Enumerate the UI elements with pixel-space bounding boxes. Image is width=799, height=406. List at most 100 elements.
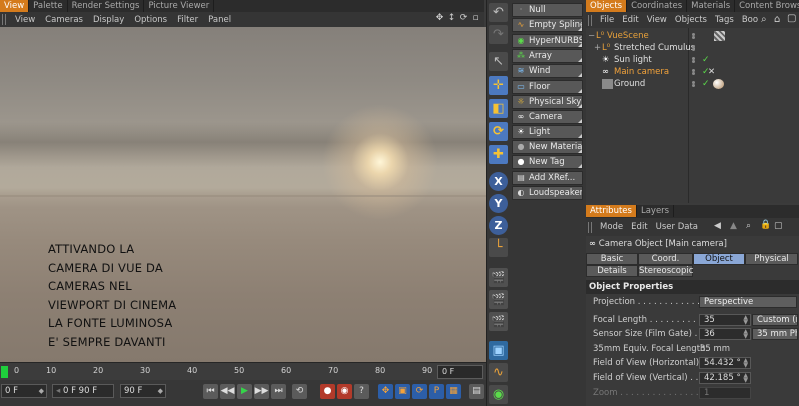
tab-object[interactable]: Object [693, 253, 745, 265]
search-icon[interactable]: ⌕ [761, 14, 767, 25]
visibility-dots-icon[interactable] [692, 69, 696, 75]
menu-objects[interactable]: Objects [671, 15, 711, 25]
render-settings-icon[interactable]: 🎬 [489, 312, 508, 331]
recent-tool-icon[interactable]: ✚ [489, 145, 508, 164]
next-key-button[interactable]: ▶▶ [254, 384, 269, 399]
render-view-icon[interactable]: 🎬 [489, 268, 508, 287]
menu-bookmarks[interactable]: Boo [738, 15, 762, 25]
3d-viewport[interactable]: ATTIVANDO LA CAMERA DI VUE DA CAMERAS NE… [0, 27, 486, 362]
tab-physical[interactable]: Physical [745, 253, 798, 265]
tab-stereoscopic[interactable]: Stereoscopic [638, 265, 693, 277]
visibility-dots-icon[interactable] [692, 57, 696, 63]
new-window-icon[interactable]: ▢ [774, 221, 783, 231]
search-icon[interactable]: ⌕ [746, 221, 751, 231]
tab-picture-viewer[interactable]: Picture Viewer [144, 0, 215, 12]
null-button[interactable]: · Null [512, 3, 583, 17]
menu-display[interactable]: Display [88, 15, 129, 25]
up-arrow-icon[interactable]: ▲ [730, 221, 737, 231]
menu-edit[interactable]: Edit [618, 15, 642, 25]
back-arrow-icon[interactable]: ◀ [714, 221, 721, 231]
fov-vertical-field[interactable]: 42.185 ° ▲ ▼ [699, 372, 751, 384]
expand-icon[interactable]: + [594, 42, 601, 54]
spinner-icon[interactable]: ▲ ▼ [743, 315, 748, 326]
expand-icon[interactable]: − [588, 30, 595, 42]
menu-filter[interactable]: Filter [172, 15, 203, 25]
sensor-size-field[interactable]: 36 ▲ ▼ [699, 328, 751, 340]
empty-spline-button[interactable]: ∿ Empty Spline [512, 18, 583, 32]
menu-view[interactable]: View [10, 15, 40, 25]
grip-handle-icon[interactable] [2, 14, 8, 25]
menu-view[interactable]: View [643, 15, 671, 25]
hypernurbs-button[interactable]: ◉ HyperNURBS [512, 34, 583, 48]
zoom-view-icon[interactable]: ↕ [447, 13, 456, 24]
menu-tags[interactable]: Tags [711, 15, 738, 25]
tab-attributes[interactable]: Attributes [586, 205, 637, 217]
selection-arrow-icon[interactable]: ↖ [489, 52, 508, 71]
array-button[interactable]: ⁂ Array [512, 49, 583, 63]
add-xref-button[interactable]: ▤ Add XRef... [512, 171, 583, 185]
loudspeaker-button[interactable]: ◐ Loudspeaker [512, 186, 583, 200]
key-scale-button[interactable]: ▣ [395, 384, 410, 399]
tab-layers[interactable]: Layers [637, 205, 675, 217]
undo-icon[interactable]: ↶ [489, 3, 508, 22]
key-position-button[interactable]: ✥ [378, 384, 393, 399]
prev-key-button[interactable]: ◀◀ [220, 384, 235, 399]
tab-view[interactable]: View [0, 0, 30, 12]
light-button[interactable]: ☀ Light [512, 125, 583, 139]
new-tag-button[interactable]: ● New Tag [512, 155, 583, 169]
menu-panel[interactable]: Panel [203, 15, 236, 25]
material-tag-icon[interactable] [713, 79, 724, 89]
start-frame-field[interactable]: 0 F ◆ [1, 384, 47, 398]
tab-basic[interactable]: Basic [586, 253, 638, 265]
tree-row-sun-light[interactable]: ☀ Sun light ✓ [586, 54, 799, 66]
tree-row-stretched-cumulus[interactable]: + L⁰ Stretched Cumulus [586, 42, 799, 54]
move-view-icon[interactable]: ✥ [435, 13, 444, 24]
menu-edit[interactable]: Edit [627, 222, 651, 232]
key-parameter-button[interactable]: P [429, 384, 444, 399]
zoom-field[interactable]: 1 [699, 387, 751, 399]
spinner-icon[interactable]: ◆ [39, 385, 44, 397]
lock-icon[interactable]: 🔒 [760, 220, 771, 230]
redo-icon[interactable]: ↷ [489, 25, 508, 44]
tree-row-main-camera[interactable]: ∞ Main camera ✓ ✕ [586, 66, 799, 78]
fov-horizontal-field[interactable]: 54.432 ° ▲ ▼ [699, 357, 751, 369]
tab-details[interactable]: Details [586, 265, 638, 277]
y-axis-lock-icon[interactable]: Y [489, 194, 508, 213]
tab-objects[interactable]: Objects [586, 0, 628, 12]
render-picture-viewer-icon[interactable]: 🎬 [489, 290, 508, 309]
spinner-icon[interactable]: ▲ ▼ [743, 358, 748, 369]
key-rotation-button[interactable]: ⟳ [412, 384, 427, 399]
current-frame-field[interactable]: 0 F [437, 365, 483, 379]
play-button[interactable]: ▶ [237, 384, 252, 399]
menu-options[interactable]: Options [129, 15, 172, 25]
goto-end-button[interactable]: ⏭ [271, 384, 286, 399]
preview-range-field[interactable]: ◂ 0 F 90 F [52, 384, 114, 398]
physical-sky-button[interactable]: ☼ Physical Sky [512, 95, 583, 109]
keyframe-selection-button[interactable]: ? [354, 384, 369, 399]
enabled-check-icon[interactable]: ✓ [702, 78, 710, 90]
playhead-marker[interactable] [1, 366, 8, 378]
menu-file[interactable]: File [596, 15, 618, 25]
coordinate-system-icon[interactable]: └ [489, 238, 508, 257]
autokey-button[interactable]: ◉ [337, 384, 352, 399]
wind-button[interactable]: ≋ Wind [512, 64, 583, 78]
grip-handle-icon[interactable] [588, 14, 594, 26]
spinner-icon[interactable]: ▲ ▼ [743, 329, 748, 340]
rotate-tool-icon[interactable]: ⟳ [489, 122, 508, 141]
tree-row-vuescene[interactable]: − L⁰ VueScene [586, 30, 799, 42]
menu-mode[interactable]: Mode [596, 222, 627, 232]
tab-coordinates[interactable]: Coordinates [627, 0, 688, 12]
tab-content-browser[interactable]: Content Browser [735, 0, 799, 12]
visibility-dots-icon[interactable] [692, 45, 696, 51]
record-button[interactable]: ● [320, 384, 335, 399]
camera-button[interactable]: ∞ Camera [512, 110, 583, 124]
visibility-dots-icon[interactable] [692, 33, 696, 39]
menu-cameras[interactable]: Cameras [40, 15, 88, 25]
new-window-icon[interactable]: ▢ [787, 13, 796, 24]
x-axis-lock-icon[interactable]: X [489, 172, 508, 191]
move-tool-icon[interactable]: ✛ [489, 76, 508, 95]
visibility-dots-icon[interactable] [692, 81, 696, 87]
tab-palette[interactable]: Palette [29, 0, 68, 12]
tab-render-settings[interactable]: Render Settings [68, 0, 145, 12]
loop-button[interactable]: ⟲ [292, 384, 307, 399]
